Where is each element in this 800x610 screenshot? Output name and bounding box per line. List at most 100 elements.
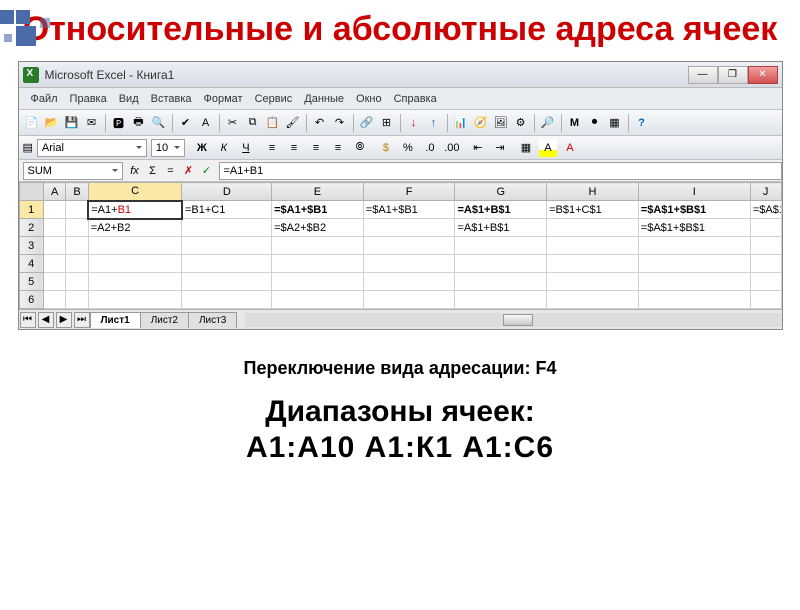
paste-icon[interactable]: 📋 bbox=[264, 114, 282, 132]
abc-icon[interactable]: A bbox=[197, 114, 215, 132]
horizontal-scrollbar[interactable] bbox=[245, 313, 781, 327]
col-header-I[interactable]: I bbox=[638, 183, 750, 201]
menu-file[interactable]: Файл bbox=[25, 91, 64, 107]
cell-I1[interactable]: =$A$1+$B$1 bbox=[638, 201, 750, 219]
cell-G2[interactable]: =A$1+B$1 bbox=[455, 219, 547, 237]
print-icon[interactable]: 🖶 bbox=[130, 114, 148, 132]
maximize-button[interactable]: ❐ bbox=[718, 66, 748, 84]
tab-sheet3[interactable]: Лист3 bbox=[188, 312, 237, 328]
spell-icon[interactable]: ✔ bbox=[177, 114, 195, 132]
sort-desc-icon[interactable]: ↑ bbox=[425, 114, 443, 132]
borders-icon[interactable]: ▦ bbox=[517, 139, 535, 157]
find-icon[interactable]: M bbox=[566, 114, 584, 132]
col-header-G[interactable]: G bbox=[455, 183, 547, 201]
zoom-icon[interactable]: 🔎 bbox=[539, 114, 557, 132]
menu-edit[interactable]: Правка bbox=[64, 91, 113, 107]
col-header-C[interactable]: C bbox=[88, 183, 182, 201]
cell-I2[interactable]: =$A$1+$B$1 bbox=[638, 219, 750, 237]
menu-window[interactable]: Окно bbox=[350, 91, 388, 107]
decimal-inc-icon[interactable]: .0 bbox=[421, 139, 439, 157]
cell-C2[interactable]: =A2+B2 bbox=[88, 219, 182, 237]
new-icon[interactable]: 📄 bbox=[23, 114, 41, 132]
col-header-H[interactable]: H bbox=[547, 183, 639, 201]
decimal-dec-icon[interactable]: .00 bbox=[443, 139, 461, 157]
menu-insert[interactable]: Вставка bbox=[145, 91, 198, 107]
indent-inc-icon[interactable]: ⇥ bbox=[491, 139, 509, 157]
tab-nav-next-icon[interactable]: ▶ bbox=[56, 312, 72, 328]
worksheet-grid[interactable]: A B C D E F G H I J 1 =A1+B1 =B1+C1 =$A1… bbox=[19, 182, 782, 309]
cell-E2[interactable]: =$A2+$B2 bbox=[272, 219, 364, 237]
indent-dec-icon[interactable]: ⇤ bbox=[469, 139, 487, 157]
col-header-J[interactable]: J bbox=[750, 183, 781, 201]
align-justify-icon[interactable]: ≡ bbox=[329, 139, 347, 157]
fill-color-icon[interactable]: A bbox=[539, 139, 557, 157]
align-center-icon[interactable]: ≡ bbox=[285, 139, 303, 157]
cell-J1[interactable]: =$A$1+$B$1 bbox=[750, 201, 781, 219]
row-header-2[interactable]: 2 bbox=[19, 219, 43, 237]
align-left-icon[interactable]: ≡ bbox=[263, 139, 281, 157]
align-right-icon[interactable]: ≡ bbox=[307, 139, 325, 157]
cell-E1[interactable]: =$A1+$B1 bbox=[272, 201, 364, 219]
sort-asc-icon[interactable]: ↓ bbox=[405, 114, 423, 132]
cell-B1[interactable] bbox=[66, 201, 88, 219]
redo-icon[interactable]: ↷ bbox=[331, 114, 349, 132]
nav-icon[interactable]: 🧭 bbox=[472, 114, 490, 132]
cancel-icon[interactable]: ✗ bbox=[181, 163, 197, 179]
pdf-icon[interactable]: 🅿 bbox=[110, 114, 128, 132]
name-box[interactable]: SUM bbox=[23, 162, 123, 180]
col-header-A[interactable]: A bbox=[43, 183, 65, 201]
underline-button[interactable]: Ч bbox=[237, 139, 255, 157]
bold-button[interactable]: Ж bbox=[193, 139, 211, 157]
font-size-dropdown[interactable]: 10 bbox=[151, 139, 185, 157]
menu-data[interactable]: Данные bbox=[298, 91, 350, 107]
tab-nav-prev-icon[interactable]: ◀ bbox=[38, 312, 54, 328]
font-name-dropdown[interactable]: Arial bbox=[37, 139, 147, 157]
record-icon[interactable]: ⏺ bbox=[586, 114, 604, 132]
cut-icon[interactable]: ✂ bbox=[224, 114, 242, 132]
autofilter-icon[interactable]: ▦ bbox=[606, 114, 624, 132]
font-color-icon[interactable]: A bbox=[561, 139, 579, 157]
tab-nav-last-icon[interactable]: ⏭ bbox=[74, 312, 90, 328]
col-header-E[interactable]: E bbox=[272, 183, 364, 201]
cell-D1[interactable]: =B1+C1 bbox=[182, 201, 272, 219]
source-icon[interactable]: ⚙ bbox=[512, 114, 530, 132]
scroll-thumb[interactable] bbox=[503, 314, 533, 326]
save-icon[interactable]: 💾 bbox=[63, 114, 81, 132]
chart-icon[interactable]: 📊 bbox=[452, 114, 470, 132]
col-header-D[interactable]: D bbox=[182, 183, 272, 201]
function-wizard-icon[interactable]: fx bbox=[127, 163, 143, 179]
formula-input[interactable]: =A1+B1 bbox=[219, 162, 782, 180]
italic-button[interactable]: К bbox=[215, 139, 233, 157]
styles-icon[interactable]: ▤ bbox=[23, 141, 33, 154]
copy-icon[interactable]: ⧉ bbox=[244, 114, 262, 132]
accept-icon[interactable]: ✓ bbox=[199, 163, 215, 179]
tab-sheet2[interactable]: Лист2 bbox=[140, 312, 189, 328]
minimize-button[interactable]: — bbox=[688, 66, 718, 84]
menu-format[interactable]: Формат bbox=[198, 91, 249, 107]
sum-icon[interactable]: Σ bbox=[145, 163, 161, 179]
cell-F1[interactable]: =$A1+$B1 bbox=[363, 201, 455, 219]
cell-G1[interactable]: =A$1+B$1 bbox=[455, 201, 547, 219]
menu-view[interactable]: Вид bbox=[113, 91, 145, 107]
open-icon[interactable]: 📂 bbox=[43, 114, 61, 132]
cell-A1[interactable] bbox=[43, 201, 65, 219]
cell-H1[interactable]: =B$1+C$1 bbox=[547, 201, 639, 219]
table-icon[interactable]: ⊞ bbox=[378, 114, 396, 132]
menu-tools[interactable]: Сервис bbox=[249, 91, 299, 107]
gallery-icon[interactable]: 🖼 bbox=[492, 114, 510, 132]
tab-nav-first-icon[interactable]: ⏮ bbox=[20, 312, 36, 328]
col-header-F[interactable]: F bbox=[363, 183, 455, 201]
undo-icon[interactable]: ↶ bbox=[311, 114, 329, 132]
menu-help[interactable]: Справка bbox=[388, 91, 443, 107]
preview-icon[interactable]: 🔍 bbox=[150, 114, 168, 132]
percent-icon[interactable]: % bbox=[399, 139, 417, 157]
equals-icon[interactable]: = bbox=[163, 163, 179, 179]
close-button[interactable]: ✕ bbox=[748, 66, 778, 84]
help-icon[interactable]: ? bbox=[633, 114, 651, 132]
tab-sheet1[interactable]: Лист1 bbox=[90, 312, 141, 328]
col-header-B[interactable]: B bbox=[66, 183, 88, 201]
mail-icon[interactable]: ✉ bbox=[83, 114, 101, 132]
link-icon[interactable]: 🔗 bbox=[358, 114, 376, 132]
currency-icon[interactable]: $ bbox=[377, 139, 395, 157]
row-header-1[interactable]: 1 bbox=[19, 201, 43, 219]
